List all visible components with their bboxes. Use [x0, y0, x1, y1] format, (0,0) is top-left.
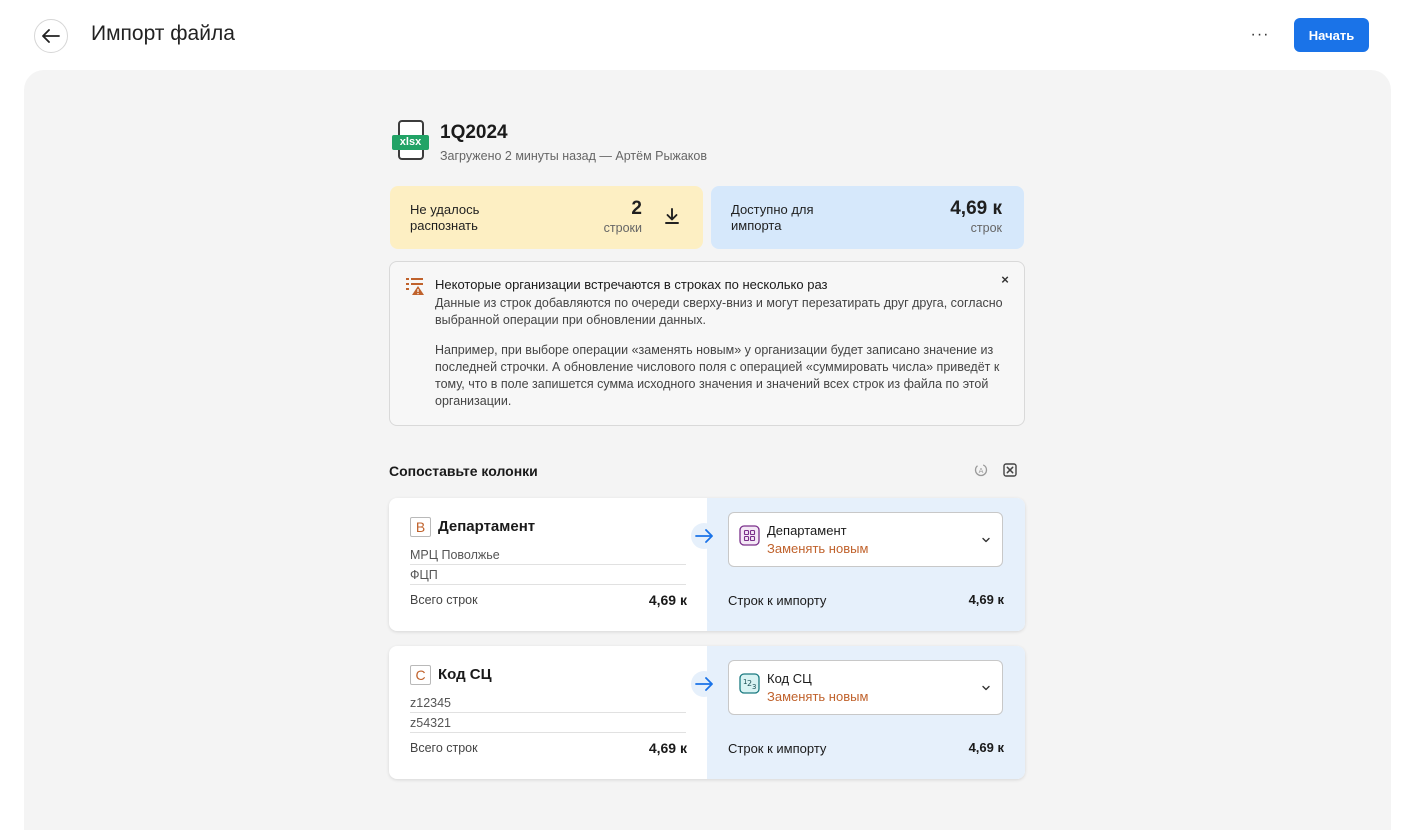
duplicate-warning: Некоторые организации встречаются в стро…: [389, 261, 1025, 426]
warning-title: Некоторые организации встречаются в стро…: [435, 277, 828, 292]
import-content: xlsx 1Q2024 Загружено 2 минуты назад — А…: [389, 120, 1025, 794]
clear-mapping-icon[interactable]: [1002, 462, 1018, 478]
arrow-right-icon: [691, 523, 717, 549]
failed-rows-card: Не удалось распознать 2 строки: [390, 186, 703, 249]
available-rows-unit: строк: [970, 221, 1002, 235]
back-button[interactable]: [34, 19, 68, 53]
chevron-down-icon: [982, 685, 990, 691]
svg-text:3: 3: [752, 683, 756, 691]
source-column-letter: B: [410, 517, 431, 537]
auto-match-icon[interactable]: A: [973, 462, 989, 478]
file-upload-meta: Загружено 2 минуты назад — Артём Рыжаков: [440, 149, 707, 163]
import-rows-label: Строк к импорту: [728, 741, 827, 756]
import-rows-value: 4,69 к: [968, 592, 1004, 607]
file-name: 1Q2024: [440, 122, 508, 143]
arrow-left-icon: [42, 29, 60, 43]
total-rows-value: 4,69 к: [648, 592, 687, 608]
sample-value: z12345: [410, 693, 686, 713]
target-field-name: Код СЦ: [767, 671, 812, 686]
mapping-row: B Департамент МРЦ Поволжье ФЦП Всего стр…: [389, 498, 1025, 631]
sample-value: МРЦ Поволжье: [410, 545, 686, 565]
download-icon[interactable]: [663, 206, 681, 226]
total-rows-value: 4,69 к: [648, 740, 687, 756]
target-field-select[interactable]: 1 2 3 Код СЦ Заменять новым: [728, 660, 1003, 715]
target-field-select[interactable]: Департамент Заменять новым: [728, 512, 1003, 567]
target-operation: Заменять новым: [767, 541, 869, 556]
source-column-name: Код СЦ: [438, 666, 492, 683]
total-rows-label: Всего строк: [410, 741, 478, 755]
arrow-right-icon: [691, 671, 717, 697]
xlsx-file-icon: xlsx: [392, 120, 430, 162]
available-rows-count: 4,69 к: [950, 198, 1002, 219]
close-icon[interactable]: ×: [997, 272, 1013, 288]
mapping-row: C Код СЦ z12345 z54321 Всего строк 4,69 …: [389, 646, 1025, 779]
import-rows-label: Строк к импорту: [728, 593, 827, 608]
available-rows-label: Доступно для импорта: [731, 202, 814, 233]
file-summary: xlsx 1Q2024 Загружено 2 минуты назад — А…: [389, 120, 1025, 174]
warning-text-1: Данные из строк добавляются по очереди с…: [435, 296, 1003, 327]
column-mapping-title: Сопоставьте колонки: [389, 463, 538, 479]
total-rows-label: Всего строк: [410, 593, 478, 607]
available-rows-card: Доступно для импорта 4,69 к строк: [711, 186, 1024, 249]
sample-value: ФЦП: [410, 565, 686, 585]
mapping-tools: A: [973, 462, 1018, 478]
import-rows-value: 4,69 к: [968, 740, 1004, 755]
column-mapping-header: Сопоставьте колонки A: [389, 450, 1025, 498]
source-column-name: Департамент: [438, 518, 536, 535]
source-column-letter: C: [410, 665, 431, 685]
failed-rows-count: 2: [631, 198, 642, 219]
target-field-name: Департамент: [767, 523, 847, 538]
sample-value: z54321: [410, 713, 686, 733]
number-icon: 1 2 3: [739, 673, 760, 694]
target-operation: Заменять новым: [767, 689, 869, 704]
start-button[interactable]: Начать: [1294, 18, 1369, 52]
chevron-down-icon: [982, 537, 990, 543]
import-stats: Не удалось распознать 2 строки Доступно …: [389, 186, 1025, 250]
warning-text-2: Например, при выборе операции «заменять …: [435, 343, 1000, 408]
list-warning-icon: [406, 278, 424, 295]
svg-text:A: A: [979, 467, 984, 475]
page-title: Импорт файла: [91, 22, 235, 45]
top-bar: Импорт файла ··· Начать: [0, 0, 1418, 70]
failed-rows-label: Не удалось распознать: [410, 202, 480, 233]
main-panel: xlsx 1Q2024 Загружено 2 минуты назад — А…: [24, 70, 1391, 830]
more-options-button[interactable]: ···: [1246, 22, 1274, 48]
file-type-badge: xlsx: [392, 135, 429, 150]
failed-rows-unit: строки: [603, 221, 642, 235]
grid-icon: [739, 525, 760, 546]
